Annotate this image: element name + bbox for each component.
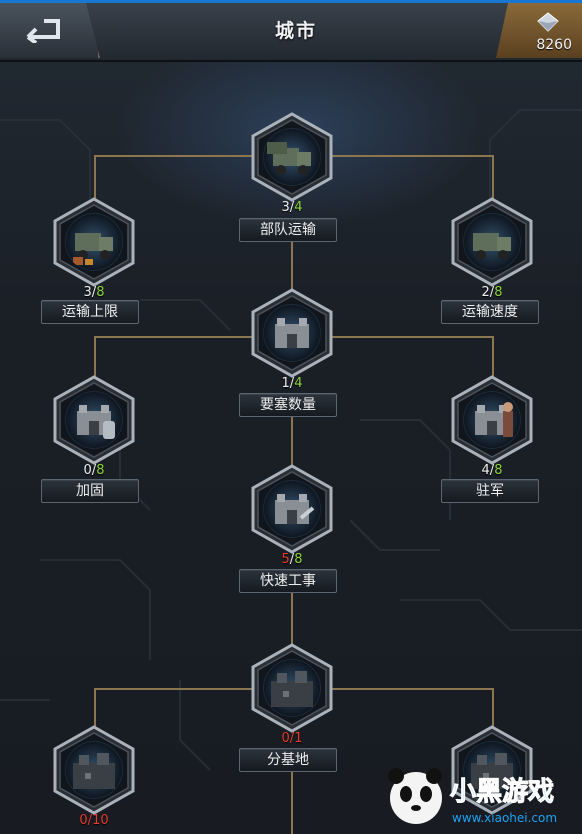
- fortress-armor-icon: [65, 391, 123, 449]
- level-max: 8: [294, 552, 303, 567]
- skill-label-sub-base: 分基地: [239, 748, 337, 772]
- svg-text:www.xiaohei.com: www.xiaohei.com: [452, 811, 557, 825]
- node-art: [263, 480, 321, 538]
- back-arrow-icon: [26, 19, 60, 43]
- truck-icon: [463, 213, 521, 271]
- skill-label-fortress-count: 要塞数量: [239, 393, 337, 417]
- skill-label-quick-fortify: 快速工事: [239, 569, 337, 593]
- level-max: 10: [92, 813, 109, 828]
- level-current: 5: [281, 552, 290, 567]
- node-art: [263, 128, 321, 186]
- level-max: 8: [96, 285, 105, 300]
- skill-node-sub-base[interactable]: [247, 643, 337, 733]
- skill-level-count: 4/8: [462, 463, 522, 478]
- level-max: 4: [294, 376, 303, 391]
- currency-amount: 8260: [536, 37, 572, 53]
- skill-node-reinforce[interactable]: [49, 375, 139, 465]
- connector-mid1: [291, 240, 293, 295]
- skill-node-transport-cap[interactable]: [49, 197, 139, 287]
- level-max: 1: [294, 731, 303, 746]
- level-max: 8: [96, 463, 105, 478]
- diamond-icon: [537, 12, 559, 32]
- skill-level-count: 0/1: [262, 731, 322, 746]
- skill-node-garrison[interactable]: [447, 375, 537, 465]
- node-art: [463, 391, 521, 449]
- skill-level-count: 3/4: [262, 200, 322, 215]
- connector-right1: [492, 155, 494, 200]
- node-art: [463, 213, 521, 271]
- watermark-logo: 小黑游戏 www.xiaohei.com: [386, 760, 576, 830]
- skill-level-count: 1/4: [262, 376, 322, 391]
- page-title: 城市: [274, 20, 317, 42]
- diamond-currency[interactable]: 8260: [496, 3, 582, 58]
- fortress-soldier-icon: [463, 391, 521, 449]
- connector-mid2: [291, 416, 293, 471]
- node-art: [263, 659, 321, 717]
- connector-mid3: [291, 592, 293, 647]
- skill-node-quick-fortify[interactable]: [247, 464, 337, 554]
- skill-node-troop-transport[interactable]: [247, 112, 337, 202]
- skill-node-base-left[interactable]: [49, 725, 139, 815]
- level-max: 4: [294, 200, 303, 215]
- skill-node-transport-speed[interactable]: [447, 197, 537, 287]
- skill-label-reinforce: 加固: [41, 479, 139, 503]
- node-art: [65, 213, 123, 271]
- skill-level-count: 2/8: [462, 285, 522, 300]
- level-current: 0: [83, 463, 92, 478]
- connector-right2: [492, 336, 494, 378]
- node-art: [65, 391, 123, 449]
- connector-right4: [492, 688, 494, 728]
- level-current: 3: [281, 200, 290, 215]
- level-current: 3: [83, 285, 92, 300]
- fortress-build-icon: [263, 480, 321, 538]
- level-current: 0: [281, 731, 290, 746]
- level-max: 8: [494, 285, 503, 300]
- connector-mid4: [291, 770, 293, 834]
- back-button[interactable]: [0, 3, 100, 58]
- skill-level-count: 3/8: [64, 285, 124, 300]
- skill-label-transport-cap: 运输上限: [41, 300, 139, 324]
- skill-label-transport-speed: 运输速度: [441, 300, 539, 324]
- level-current: 4: [481, 463, 490, 478]
- level-max: 8: [494, 463, 503, 478]
- skill-label-troop-transport: 部队运输: [239, 218, 337, 242]
- skill-label-garrison: 驻军: [441, 479, 539, 503]
- node-art: [263, 304, 321, 362]
- level-current: 0: [79, 813, 88, 828]
- level-current: 1: [281, 376, 290, 391]
- svg-text:小黑游戏: 小黑游戏: [450, 777, 554, 807]
- window-edge: [0, 0, 582, 3]
- connector-left2: [94, 336, 96, 378]
- skill-level-count: 0/10: [64, 813, 124, 828]
- base-armor-icon: [65, 741, 123, 799]
- connector-left1: [94, 155, 96, 200]
- skill-level-count: 0/8: [64, 463, 124, 478]
- skill-level-count: 5/8: [262, 552, 322, 567]
- top-bar: 城市 8260: [0, 0, 582, 62]
- fortress-icon: [263, 304, 321, 362]
- node-art: [65, 741, 123, 799]
- trucks-icon: [263, 128, 321, 186]
- connector-left4: [94, 688, 96, 728]
- skill-node-fortress-count[interactable]: [247, 288, 337, 378]
- base-icon: [263, 659, 321, 717]
- truck-cargo-icon: [65, 213, 123, 271]
- panda-logo-icon: 小黑游戏 www.xiaohei.com: [388, 768, 557, 825]
- level-current: 2: [481, 285, 490, 300]
